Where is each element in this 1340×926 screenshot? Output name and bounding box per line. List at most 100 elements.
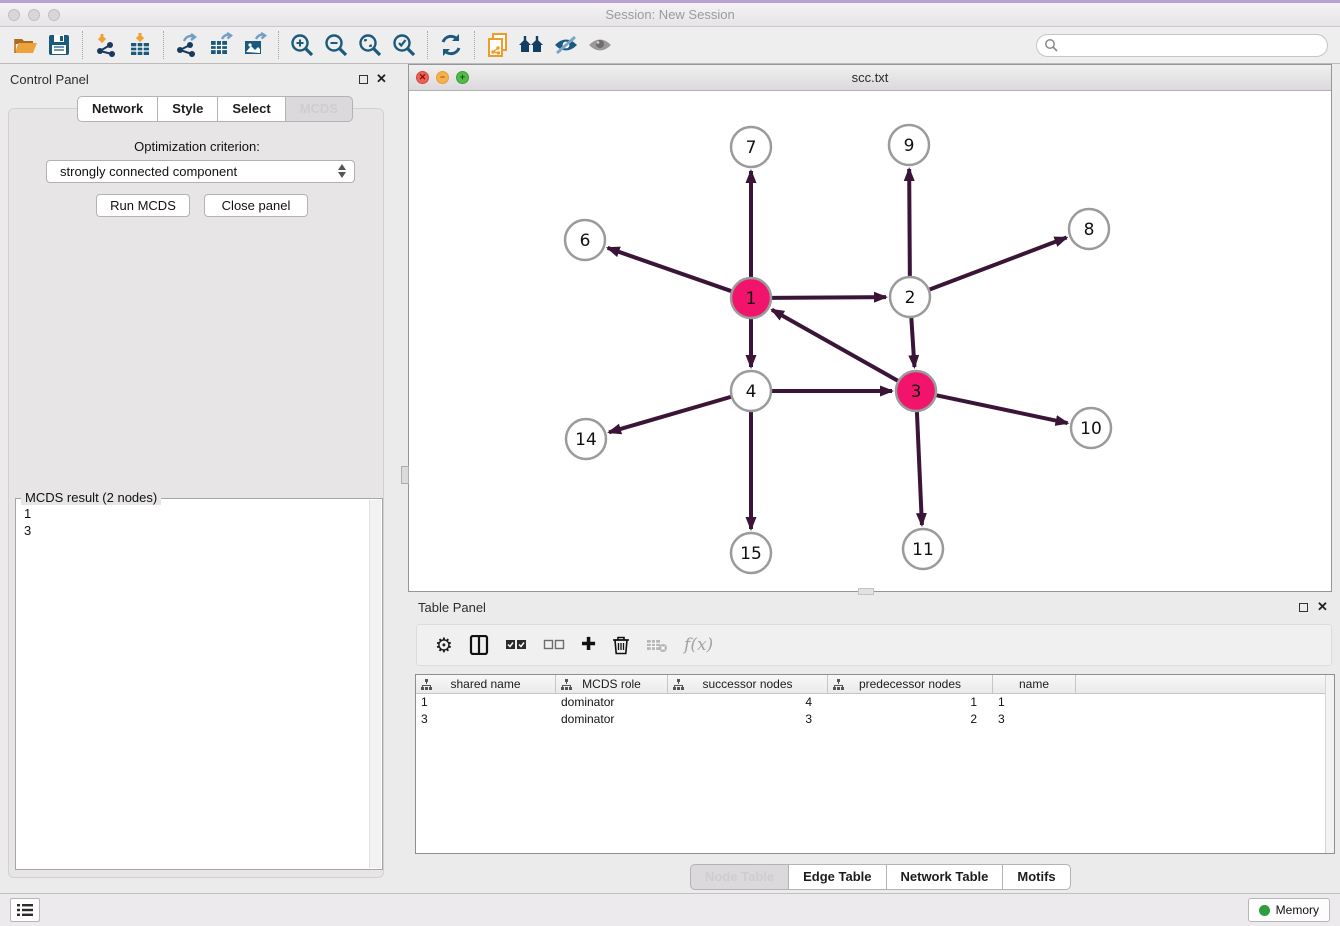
import-table-icon[interactable] — [123, 30, 157, 60]
graph-node-14[interactable]: 14 — [566, 419, 606, 459]
toolbar-separator — [427, 31, 428, 59]
scrollbar[interactable] — [369, 500, 381, 868]
first-neighbors-icon[interactable] — [515, 30, 549, 60]
cell-name[interactable]: 3 — [993, 711, 1076, 728]
splitter-handle[interactable] — [858, 588, 874, 595]
cell-shared-name[interactable]: 3 — [416, 711, 556, 728]
graph-node-7[interactable]: 7 — [731, 127, 771, 167]
cell-shared-name[interactable]: 1 — [416, 694, 556, 711]
graph-edge-2-8[interactable] — [930, 238, 1067, 290]
svg-text:8: 8 — [1084, 220, 1095, 240]
network-canvas[interactable]: 7 9 6 8 1 2 4 3 14 10 15 11 — [409, 91, 1331, 591]
zoom-out-icon[interactable] — [319, 30, 353, 60]
tab-style[interactable]: Style — [158, 96, 218, 122]
cell-predecessor-nodes[interactable]: 1 — [828, 694, 993, 711]
tab-select[interactable]: Select — [218, 96, 285, 122]
tab-network-table[interactable]: Network Table — [887, 864, 1004, 890]
zoom-selected-icon[interactable] — [387, 30, 421, 60]
mcds-result-item: 3 — [16, 522, 382, 539]
graph-node-15[interactable]: 15 — [731, 533, 771, 573]
graph-node-6[interactable]: 6 — [565, 220, 605, 260]
zoom-fit-icon[interactable] — [353, 30, 387, 60]
column-header-name[interactable]: name — [993, 675, 1076, 693]
list-icon — [16, 903, 34, 917]
memory-button[interactable]: Memory — [1248, 898, 1330, 922]
table-row[interactable]: 3 dominator 3 2 3 — [416, 711, 1334, 728]
tab-motifs[interactable]: Motifs — [1003, 864, 1070, 890]
split-column-icon[interactable] — [469, 635, 489, 655]
svg-text:3: 3 — [911, 382, 922, 402]
network-view-window: ✕ − + scc.txt 7968124314101511 — [408, 64, 1332, 592]
toolbar-separator — [163, 31, 164, 59]
graph-node-3[interactable]: 3 — [896, 371, 936, 411]
export-table-icon[interactable] — [204, 30, 238, 60]
tab-mcds[interactable]: MCDS — [286, 96, 353, 122]
column-header-shared-name[interactable]: shared name — [416, 675, 556, 693]
graph-node-9[interactable]: 9 — [889, 125, 929, 165]
deselect-all-icon[interactable] — [543, 638, 565, 652]
tab-edge-table[interactable]: Edge Table — [789, 864, 886, 890]
add-column-icon[interactable]: ✚ — [581, 636, 596, 654]
export-image-icon[interactable] — [238, 30, 272, 60]
toolbar-separator — [82, 31, 83, 59]
float-panel-icon[interactable] — [1299, 603, 1308, 612]
column-header-mcds-role[interactable]: MCDS role — [556, 675, 668, 693]
save-session-icon[interactable] — [42, 30, 76, 60]
graph-node-4[interactable]: 4 — [731, 371, 771, 411]
cell-successor-nodes[interactable]: 3 — [668, 711, 828, 728]
network-view-title: scc.txt — [409, 70, 1331, 85]
graph-edge-3-1[interactable] — [772, 310, 898, 381]
column-header-predecessor-nodes[interactable]: predecessor nodes — [828, 675, 993, 693]
optimization-select[interactable]: strongly connected component — [46, 160, 355, 183]
graph-edge-2-3[interactable] — [911, 318, 914, 367]
graph-node-10[interactable]: 10 — [1071, 408, 1111, 448]
open-folder-icon[interactable] — [8, 30, 42, 60]
cell-successor-nodes[interactable]: 4 — [668, 694, 828, 711]
cell-name[interactable]: 1 — [993, 694, 1076, 711]
splitter-handle[interactable] — [401, 466, 409, 484]
graph-edge-1-6[interactable] — [608, 248, 732, 291]
graph-edge-3-11[interactable] — [917, 412, 922, 525]
import-network-icon[interactable] — [89, 30, 123, 60]
clone-network-icon[interactable] — [481, 30, 515, 60]
cell-mcds-role[interactable]: dominator — [556, 711, 668, 728]
tab-node-table[interactable]: Node Table — [690, 864, 789, 890]
column-header-label: MCDS role — [582, 677, 641, 691]
graph-node-11[interactable]: 11 — [903, 529, 943, 569]
network-column-icon — [673, 679, 684, 693]
refresh-layout-icon[interactable] — [434, 30, 468, 60]
close-panel-button[interactable]: Close panel — [204, 194, 308, 217]
column-header-label: predecessor nodes — [859, 677, 961, 691]
task-history-button[interactable] — [10, 898, 40, 922]
cell-mcds-role[interactable]: dominator — [556, 694, 668, 711]
table-row[interactable]: 1 dominator 4 1 1 — [416, 694, 1334, 711]
column-header-successor-nodes[interactable]: successor nodes — [668, 675, 828, 693]
tab-network[interactable]: Network — [77, 96, 158, 122]
float-panel-icon[interactable] — [359, 75, 368, 84]
function-builder-icon: f(x) — [684, 635, 713, 655]
export-network-icon[interactable] — [170, 30, 204, 60]
table-options-icon[interactable]: ⚙ — [435, 635, 453, 655]
optimization-select-value: strongly connected component — [60, 164, 237, 179]
graph-edge-3-10[interactable] — [937, 395, 1068, 423]
graph-node-8[interactable]: 8 — [1069, 209, 1109, 249]
show-all-icon[interactable] — [583, 30, 617, 60]
scrollbar[interactable] — [1325, 675, 1334, 853]
svg-text:11: 11 — [912, 540, 934, 560]
close-panel-icon[interactable]: ✕ — [376, 71, 387, 87]
select-all-icon[interactable] — [505, 638, 527, 652]
graph-edge-1-2[interactable] — [772, 297, 886, 298]
cell-predecessor-nodes[interactable]: 2 — [828, 711, 993, 728]
hide-selected-icon[interactable] — [549, 30, 583, 60]
search-input[interactable] — [1036, 34, 1328, 57]
close-panel-icon[interactable]: ✕ — [1317, 599, 1328, 615]
graph-node-2[interactable]: 2 — [890, 277, 930, 317]
graph-edge-4-14[interactable] — [609, 397, 731, 432]
graph-node-1[interactable]: 1 — [731, 278, 771, 318]
delete-column-icon[interactable] — [612, 635, 630, 655]
status-bar: Memory — [0, 893, 1340, 926]
graph-edge-2-9[interactable] — [909, 169, 910, 276]
zoom-in-icon[interactable] — [285, 30, 319, 60]
select-stepper-icon — [338, 164, 346, 178]
run-mcds-button[interactable]: Run MCDS — [96, 194, 190, 217]
